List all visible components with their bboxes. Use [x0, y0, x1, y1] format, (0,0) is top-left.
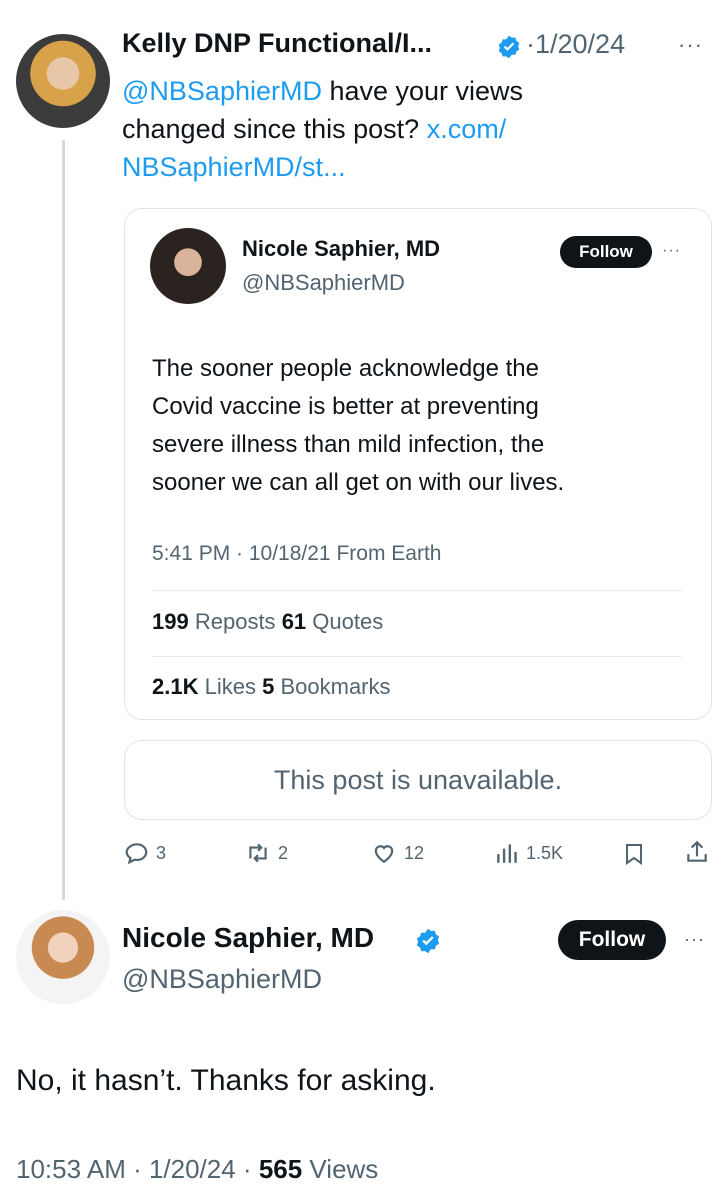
- reposts-count: 199: [152, 609, 189, 634]
- quoted-text-line: The sooner people acknowledge the: [152, 355, 539, 382]
- main-author-name[interactable]: Nicole Saphier, MD: [122, 922, 374, 954]
- main-tweet-meta: 10:53 AM · 1/20/24 · 565 Views: [16, 1154, 378, 1185]
- quoted-handle[interactable]: @NBSaphierMD: [242, 270, 405, 296]
- bookmarks-label: Bookmarks: [280, 674, 391, 699]
- reply-url-link-2[interactable]: NBSaphierMD/st...: [122, 152, 346, 182]
- main-views-count: 565: [258, 1154, 303, 1184]
- quotes-link[interactable]: 61 Quotes: [282, 609, 384, 634]
- bookmarks-count: 5: [262, 674, 275, 699]
- reposts-label: Reposts: [194, 609, 276, 634]
- reply-text: @NBSaphierMD have your views changed sin…: [122, 72, 702, 186]
- main-follow-button[interactable]: Follow: [558, 920, 666, 960]
- quoted-divider: [152, 656, 682, 657]
- repost-icon: [249, 843, 267, 863]
- main-handle[interactable]: @NBSaphierMD: [122, 964, 322, 995]
- like-icon: [374, 845, 394, 863]
- share-button[interactable]: [684, 838, 710, 871]
- quoted-timestamp[interactable]: 5:41 PM · 10/18/21 From Earth: [152, 542, 441, 566]
- views-action[interactable]: 1.5K: [494, 840, 563, 866]
- likes-link[interactable]: 2.1K Likes: [152, 674, 256, 699]
- quoted-author-name[interactable]: Nicole Saphier, MD: [242, 236, 440, 262]
- avatar-kelly[interactable]: [16, 34, 110, 128]
- quoted-divider: [152, 590, 682, 591]
- reply-mention-link[interactable]: @NBSaphierMD: [122, 76, 322, 106]
- reply-url-link-1[interactable]: x.com/: [427, 114, 507, 144]
- likes-label: Likes: [204, 674, 256, 699]
- reply-date-text: 1/20/24: [535, 29, 626, 59]
- reply-more-icon[interactable]: ···: [678, 34, 703, 56]
- like-action[interactable]: 12: [370, 840, 424, 866]
- main-tweet-text: No, it hasn’t. Thanks for asking.: [16, 1064, 436, 1097]
- quoted-more-icon[interactable]: ···: [662, 243, 681, 259]
- quoted-stats-row-1: 199 Reposts 61 Quotes: [152, 609, 383, 635]
- like-count: 12: [404, 842, 425, 863]
- bookmark-icon: [626, 844, 642, 865]
- quotes-count: 61: [281, 609, 307, 634]
- views-count: 1.5K: [526, 842, 564, 863]
- thread-line: [62, 140, 65, 900]
- unavailable-notice: This post is unavailable.: [273, 764, 563, 795]
- avatar-nicole[interactable]: [16, 910, 110, 1004]
- share-icon: [687, 840, 707, 862]
- quoted-stats-row-2: 2.1K Likes 5 Bookmarks: [152, 674, 391, 700]
- repost-count: 2: [278, 842, 289, 863]
- main-tweet-time[interactable]: 10:53 AM · 1/20/24 ·: [16, 1154, 259, 1184]
- quoted-text-line: severe illness than mild infection, the: [152, 431, 545, 458]
- repost-action[interactable]: 2: [244, 840, 288, 866]
- reply-date[interactable]: ·1/20/24: [526, 29, 625, 60]
- reply-action[interactable]: 3: [124, 840, 166, 866]
- bookmarks-link[interactable]: 5 Bookmarks: [262, 674, 390, 699]
- avatar-nicole-quoted[interactable]: [150, 228, 226, 304]
- views-icon: [497, 844, 517, 863]
- reply-icon: [125, 843, 148, 865]
- reply-count: 3: [156, 842, 167, 863]
- reply-text-part2: changed since this post?: [122, 114, 427, 144]
- main-views-label: Views: [302, 1154, 379, 1184]
- quoted-text: The sooner people acknowledge the Covid …: [152, 350, 692, 502]
- quoted-text-line: sooner we can all get on with our lives.: [152, 469, 565, 496]
- main-more-icon[interactable]: ···: [684, 930, 705, 948]
- verified-badge-icon: [496, 34, 522, 60]
- reply-text-part1: have your views: [321, 76, 524, 106]
- bookmark-button[interactable]: [622, 840, 646, 873]
- verified-badge-icon: [414, 927, 442, 955]
- reposts-link[interactable]: 199 Reposts: [152, 609, 276, 634]
- unavailable-post-card: This post is unavailable.: [124, 740, 712, 820]
- quoted-follow-button[interactable]: Follow: [560, 236, 652, 268]
- reply-author-name[interactable]: Kelly DNP Functional/I...: [122, 28, 432, 59]
- likes-count: 2.1K: [152, 674, 199, 699]
- quoted-text-line: Covid vaccine is better at preventing: [152, 393, 539, 420]
- quotes-label: Quotes: [312, 609, 384, 634]
